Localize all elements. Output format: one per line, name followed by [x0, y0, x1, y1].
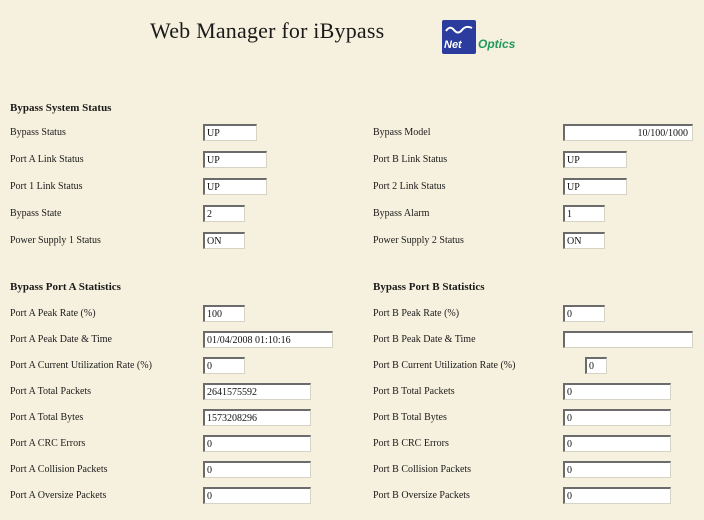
page-title: Web Manager for iBypass	[150, 18, 385, 43]
bypass-status-field[interactable]: UP	[203, 124, 257, 141]
port-a-peak-rate-field[interactable]: 100	[203, 305, 245, 322]
port-a-collision-packets-label: Port A Collision Packets	[10, 464, 108, 475]
port-b-crc-errors-field[interactable]: 0	[563, 435, 671, 452]
port-b-statistics-title: Bypass Port B Statistics	[373, 281, 485, 293]
port-b-crc-errors-label: Port B CRC Errors	[373, 438, 449, 449]
port-b-peak-rate-label: Port B Peak Rate (%)	[373, 308, 460, 319]
logo-net-text: Net	[444, 39, 462, 51]
wave-icon	[445, 25, 473, 34]
logo-box: Net	[442, 20, 476, 54]
bypass-model-field[interactable]: 10/100/1000	[563, 124, 693, 141]
port-a-collision-packets-field[interactable]: 0	[203, 461, 311, 478]
port-a-peak-date-label: Port A Peak Date & Time	[10, 334, 112, 345]
port-a-oversize-packets-field[interactable]: 0	[203, 487, 311, 504]
logo-optics-text: Optics	[478, 37, 516, 51]
port-b-link-status-label: Port B Link Status	[373, 154, 448, 165]
port-b-total-bytes-field[interactable]: 0	[563, 409, 671, 426]
port-a-current-util-field[interactable]: 0	[203, 357, 245, 374]
port-a-peak-rate-label: Port A Peak Rate (%)	[10, 308, 96, 319]
port-b-link-status-field[interactable]: UP	[563, 151, 627, 168]
power-supply-1-label: Power Supply 1 Status	[10, 235, 101, 246]
port-1-link-status-label: Port 1 Link Status	[10, 181, 83, 192]
system-status-title: Bypass System Status	[10, 102, 112, 114]
power-supply-2-label: Power Supply 2 Status	[373, 235, 464, 246]
port-2-link-status-field[interactable]: UP	[563, 178, 627, 195]
port-a-peak-date-field[interactable]: 01/04/2008 01:10:16	[203, 331, 333, 348]
power-supply-2-field[interactable]: ON	[563, 232, 605, 249]
port-a-statistics-title: Bypass Port A Statistics	[10, 281, 121, 293]
netoptics-logo: Net Optics	[442, 20, 562, 58]
port-b-peak-rate-field[interactable]: 0	[563, 305, 605, 322]
port-a-total-packets-field[interactable]: 2641575592	[203, 383, 311, 400]
bypass-model-label: Bypass Model	[373, 127, 431, 138]
port-b-collision-packets-label: Port B Collision Packets	[373, 464, 472, 475]
port-a-oversize-packets-label: Port A Oversize Packets	[10, 490, 107, 501]
power-supply-1-field[interactable]: ON	[203, 232, 245, 249]
port-a-total-bytes-field[interactable]: 1573208296	[203, 409, 311, 426]
bypass-status-label: Bypass Status	[10, 127, 66, 138]
port-b-oversize-packets-field[interactable]: 0	[563, 487, 671, 504]
port-b-collision-packets-field[interactable]: 0	[563, 461, 671, 478]
bypass-state-label: Bypass State	[10, 208, 62, 219]
port-b-total-packets-field[interactable]: 0	[563, 383, 671, 400]
port-a-current-util-label: Port A Current Utilization Rate (%)	[10, 360, 152, 371]
port-b-peak-date-label: Port B Peak Date & Time	[373, 334, 476, 345]
bypass-alarm-field[interactable]: 1	[563, 205, 605, 222]
port-1-link-status-field[interactable]: UP	[203, 178, 267, 195]
port-a-total-bytes-label: Port A Total Bytes	[10, 412, 84, 423]
port-a-crc-errors-field[interactable]: 0	[203, 435, 311, 452]
port-b-peak-date-field[interactable]	[563, 331, 693, 348]
port-b-total-bytes-label: Port B Total Bytes	[373, 412, 447, 423]
port-b-oversize-packets-label: Port B Oversize Packets	[373, 490, 470, 501]
port-b-total-packets-label: Port B Total Packets	[373, 386, 455, 397]
port-a-total-packets-label: Port A Total Packets	[10, 386, 92, 397]
port-b-current-util-field[interactable]: 0	[585, 357, 607, 374]
port-a-link-status-field[interactable]: UP	[203, 151, 267, 168]
port-b-current-util-label: Port B Current Utilization Rate (%)	[373, 360, 516, 371]
bypass-state-field[interactable]: 2	[203, 205, 245, 222]
port-a-crc-errors-label: Port A CRC Errors	[10, 438, 86, 449]
bypass-alarm-label: Bypass Alarm	[373, 208, 430, 219]
port-a-link-status-label: Port A Link Status	[10, 154, 84, 165]
port-2-link-status-label: Port 2 Link Status	[373, 181, 446, 192]
